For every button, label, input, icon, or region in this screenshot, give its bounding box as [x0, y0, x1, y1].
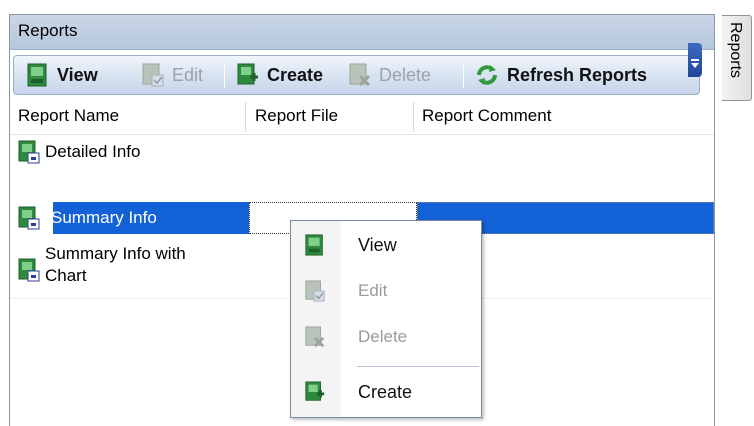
report-view-icon — [305, 234, 323, 256]
edit-button-label: Edit — [172, 64, 204, 85]
context-menu-label: Delete — [358, 327, 408, 346]
refresh-reports-button[interactable]: Refresh Reports — [470, 56, 647, 94]
context-menu-label: Edit — [358, 281, 388, 300]
report-create-icon — [305, 381, 325, 401]
table-row[interactable]: Detailed Info — [10, 137, 714, 169]
refresh-reports-button-label: Refresh Reports — [507, 64, 648, 85]
delete-button[interactable]: Delete — [344, 56, 431, 94]
create-button[interactable]: Create — [232, 56, 323, 94]
view-button[interactable]: View — [22, 56, 98, 94]
context-menu-item-create[interactable]: Create — [291, 372, 481, 412]
report-name: Summary Info — [51, 208, 157, 227]
refresh-icon — [477, 65, 497, 85]
column-header-report-file[interactable]: Report File — [255, 106, 338, 126]
report-edit-icon — [142, 63, 164, 87]
report-view-icon — [27, 63, 47, 87]
report-delete-icon — [349, 63, 371, 87]
report-name-cell[interactable]: Detailed Info — [17, 140, 140, 164]
panel-title: Reports — [10, 15, 714, 50]
report-delete-icon — [305, 326, 325, 348]
overflow-bar-icon — [691, 59, 699, 61]
column-header-report-comment[interactable]: Report Comment — [422, 106, 551, 126]
report-name: Detailed Info — [45, 142, 141, 161]
toolbar-separator — [463, 64, 464, 88]
toolbar-separator — [224, 64, 225, 88]
report-name-line: Chart — [45, 266, 87, 285]
column-header-report-name[interactable]: Report Name — [18, 106, 119, 126]
report-icon — [18, 258, 40, 282]
create-button-label: Create — [267, 64, 324, 85]
chevron-down-icon — [691, 63, 699, 68]
context-menu-item-delete[interactable]: Delete — [291, 317, 481, 357]
report-name: Summary Info with Chart — [45, 243, 186, 287]
edit-button[interactable]: Edit — [137, 56, 203, 94]
report-name-line: Summary Info with — [45, 244, 186, 263]
grid-header: Report Name Report File Report Comment — [10, 99, 714, 135]
column-divider[interactable] — [245, 102, 246, 132]
report-name-cell[interactable]: Summary Info — [17, 206, 157, 230]
report-icon — [18, 140, 40, 164]
report-name-cell[interactable]: Summary Info with Chart — [17, 243, 186, 287]
view-button-label: View — [57, 64, 98, 85]
side-tab-label: Reports — [727, 22, 744, 79]
report-icon — [18, 206, 40, 230]
context-menu-label: View — [358, 234, 397, 255]
context-menu-label: Create — [358, 381, 413, 402]
context-menu: View Edit Delete Create — [290, 220, 482, 418]
reports-side-tab[interactable]: Reports — [722, 15, 752, 101]
toolbar-overflow-button[interactable] — [688, 43, 702, 77]
context-menu-item-view[interactable]: View — [291, 225, 481, 265]
column-divider[interactable] — [413, 102, 414, 132]
report-create-icon — [237, 63, 258, 85]
context-menu-item-edit[interactable]: Edit — [291, 271, 481, 311]
delete-button-label: Delete — [379, 64, 432, 85]
report-edit-icon — [305, 280, 325, 302]
context-menu-separator — [357, 366, 479, 367]
reports-toolbar: View Edit Create Delete Refresh Reports — [13, 55, 700, 95]
